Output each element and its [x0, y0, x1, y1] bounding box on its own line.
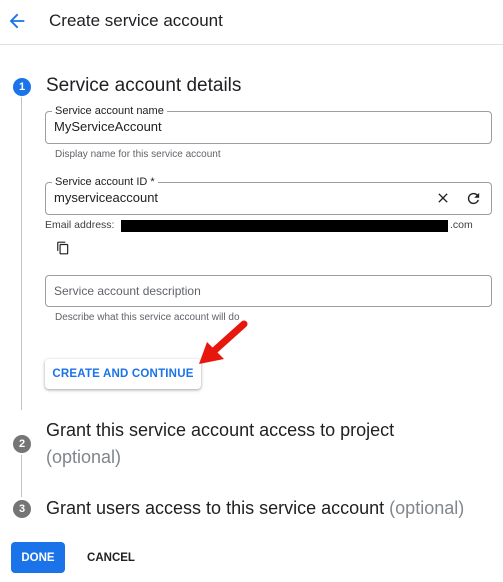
- step-3-number: 3: [13, 500, 31, 518]
- refresh-icon[interactable]: [463, 188, 483, 208]
- step-3-title: Grant users access to this service accou…: [46, 498, 464, 519]
- service-account-name-hint: Display name for this service account: [55, 149, 221, 160]
- service-account-name-field[interactable]: Service account name MyServiceAccount: [45, 104, 492, 144]
- arrow-back-icon[interactable]: [6, 10, 28, 32]
- cancel-button[interactable]: CANCEL: [80, 542, 142, 573]
- page-title: Create service account: [49, 11, 223, 30]
- step-connector-line: [21, 455, 22, 497]
- step-2-title: Grant this service account access to pro…: [46, 420, 395, 440]
- service-account-description-field[interactable]: Service account description: [45, 275, 492, 307]
- step-1-title: Service account details: [46, 75, 242, 96]
- service-account-id-label: Service account ID *: [52, 175, 158, 189]
- step-3-optional: (optional): [389, 498, 465, 518]
- service-account-id-value: myserviceaccount: [54, 190, 159, 205]
- step-connector-line: [21, 97, 22, 410]
- redacted-email-bar: [121, 220, 448, 232]
- close-icon[interactable]: [433, 188, 453, 208]
- step-1-number: 1: [13, 78, 31, 96]
- done-button[interactable]: DONE: [11, 542, 65, 573]
- email-address-label: Email address:: [45, 219, 115, 231]
- create-and-continue-button[interactable]: CREATE AND CONTINUE: [45, 359, 201, 389]
- service-account-description-placeholder: Service account description: [54, 284, 201, 298]
- service-account-id-field[interactable]: Service account ID * myserviceaccount: [45, 175, 492, 215]
- step-3-title-text: Grant users access to this service accou…: [46, 498, 385, 518]
- email-domain-suffix: .com: [450, 219, 473, 231]
- copy-icon[interactable]: [56, 241, 72, 257]
- step-2-optional: (optional): [46, 447, 122, 467]
- red-arrow-annotation: [195, 318, 251, 368]
- step-2-number: 2: [13, 435, 31, 453]
- service-account-name-value: MyServiceAccount: [54, 119, 162, 134]
- service-account-name-label: Service account name: [52, 104, 167, 118]
